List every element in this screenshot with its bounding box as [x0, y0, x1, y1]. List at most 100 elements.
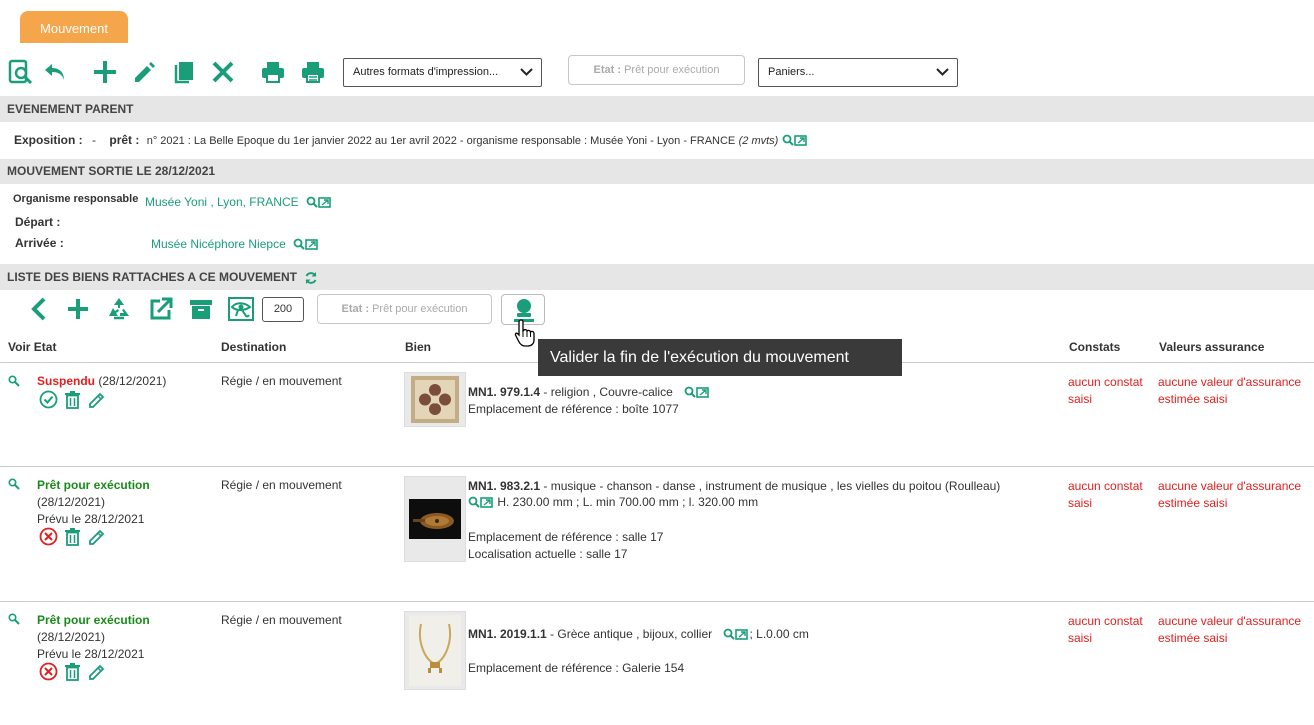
etat-value: Prêt pour exécution [624, 64, 720, 76]
chevron-down-icon [936, 68, 949, 76]
edit-row-icon[interactable] [87, 527, 107, 547]
etat-label: Etat : [341, 303, 370, 315]
valeur-assurance-value: aucune valeur d'assurance estimée saisi [1158, 614, 1302, 645]
arrivee-label: Arrivée : [15, 236, 64, 250]
refresh-icon[interactable] [304, 271, 318, 285]
section-title: EVENEMENT PARENT [7, 102, 134, 116]
header-valeurs-assurance: Valeurs assurance [1159, 340, 1265, 354]
section-liste-biens: LISTE DES BIENS RATTACHES A CE MOUVEMENT [0, 264, 1314, 290]
constat-value: aucun constat saisi [1068, 479, 1143, 510]
constat-value: aucun constat saisi [1068, 375, 1143, 406]
status-label: Prêt pour exécution [37, 613, 150, 627]
trash-icon[interactable] [64, 390, 81, 409]
back-chevron-icon[interactable] [28, 296, 56, 324]
table-row: Prêt pour exécution (28/12/2021) Prévu l… [0, 467, 1314, 601]
emplacement-reference: Emplacement de référence : boîte 1077 [468, 402, 679, 416]
archive-icon[interactable] [188, 296, 216, 324]
cancel-icon[interactable] [39, 662, 58, 681]
view-link-icon[interactable] [723, 628, 749, 642]
undo-icon[interactable] [42, 59, 70, 87]
section-title: LISTE DES BIENS RATTACHES A CE MOUVEMENT [7, 270, 298, 284]
object-title: MN1. 2019.1.1 - Grèce antique , bijoux, … [468, 627, 809, 642]
inventory-number: MN1. 979.1.4 [468, 385, 541, 399]
validate-check-icon[interactable] [39, 390, 58, 409]
depart-label: Départ : [15, 215, 61, 229]
tab-mouvement[interactable]: Mouvement [20, 11, 128, 43]
arrivee-link[interactable]: Musée Nicéphore Niepce [151, 237, 319, 252]
evenement-info: Exposition : - prêt : n° 2021 : La Belle… [14, 131, 808, 149]
paniers-select[interactable]: Paniers... [758, 58, 958, 87]
pret-value: n° 2021 : La Belle Epoque du 1er janvier… [146, 135, 736, 147]
header-bien: Bien [405, 340, 432, 354]
cancel-icon[interactable] [39, 527, 58, 546]
emplacement-reference: Emplacement de référence : salle 17 [468, 530, 664, 544]
header-destination: Destination [221, 340, 287, 354]
add-icon[interactable] [92, 59, 120, 87]
status-label: Prêt pour exécution [37, 478, 150, 492]
organisme-link[interactable]: Musée Yoni , Lyon, FRANCE [145, 195, 332, 210]
object-description: - musique - chanson - danse , instrument… [540, 479, 1001, 493]
etat-label: Etat : [593, 64, 622, 76]
destination-value: Régie / en mouvement [221, 374, 342, 388]
status-date: (28/12/2021) [98, 374, 167, 388]
table-row: Suspendu (28/12/2021) Régie / en mouveme… [0, 363, 1314, 466]
view-link-icon[interactable] [468, 496, 494, 510]
paniers-value: Paniers... [768, 66, 815, 78]
destination-value: Régie / en mouvement [221, 478, 342, 492]
liste-etat-field: Etat : Prêt pour exécution [317, 294, 492, 324]
delete-icon[interactable] [210, 59, 238, 87]
row-status: Suspendu (28/12/2021) [37, 374, 166, 388]
edit-row-icon[interactable] [87, 390, 107, 410]
object-dimensions-line: H. 230.00 mm ; L. min 700.00 mm ; l. 320… [468, 495, 758, 510]
eye-of-horus-icon[interactable] [228, 296, 256, 324]
view-link-icon[interactable] [306, 196, 332, 210]
preview-icon[interactable] [8, 59, 36, 87]
object-dimensions: H. 230.00 mm ; L. min 700.00 mm ; l. 320… [497, 495, 759, 509]
view-row-icon[interactable] [8, 613, 20, 625]
trash-icon[interactable] [64, 662, 81, 681]
view-row-icon[interactable] [8, 478, 20, 490]
trash-icon[interactable] [64, 527, 81, 546]
header-voir-etat: Voir Etat [8, 340, 57, 354]
view-link-icon[interactable] [684, 386, 710, 400]
prevu-date: Prévu le 28/12/2021 [37, 512, 145, 526]
header-constats: Constats [1069, 340, 1121, 354]
edit-icon[interactable] [132, 59, 160, 87]
print-format-value: Autres formats d'impression... [353, 66, 499, 78]
emplacement-reference: Emplacement de référence : Galerie 154 [468, 661, 685, 675]
view-link-icon[interactable] [293, 238, 319, 252]
organisme-value[interactable]: Musée Yoni , Lyon, FRANCE [145, 195, 299, 209]
object-thumbnail[interactable] [404, 372, 466, 427]
prevu-date: Prévu le 28/12/2021 [37, 647, 145, 661]
add-item-icon[interactable] [65, 296, 93, 324]
section-title: MOUVEMENT SORTIE LE 28/12/2021 [7, 164, 216, 178]
object-thumbnail[interactable] [404, 611, 466, 690]
object-title: MN1. 979.1.4 - religion , Couvre-calice [468, 385, 710, 400]
valeur-assurance-value: aucune valeur d'assurance estimée saisi [1158, 375, 1302, 406]
recycle-icon[interactable] [106, 296, 134, 324]
exposition-label: Exposition : [14, 133, 83, 147]
items-per-page-input[interactable]: 200 [262, 297, 304, 322]
pret-count: (2 mvts) [738, 135, 779, 147]
hand-cursor-icon [513, 318, 539, 348]
edit-row-icon[interactable] [87, 662, 107, 682]
copy-icon[interactable] [172, 59, 200, 87]
external-link-icon[interactable] [148, 296, 176, 324]
view-link-icon[interactable] [782, 134, 808, 148]
section-evenement-parent: EVENEMENT PARENT [0, 96, 1314, 122]
object-description: - religion , Couvre-calice [540, 385, 673, 399]
arrivee-value[interactable]: Musée Nicéphore Niepce [151, 237, 286, 251]
status-date: (28/12/2021) [37, 630, 106, 644]
destination-value: Régie / en mouvement [221, 613, 342, 627]
chevron-down-icon [520, 68, 533, 76]
exposition-value: - [92, 133, 97, 147]
tooltip: Valider la fin de l'exécution du mouveme… [538, 339, 902, 376]
object-thumbnail[interactable] [404, 476, 466, 562]
print-format-select[interactable]: Autres formats d'impression... [343, 58, 542, 87]
print-list-icon[interactable] [300, 59, 328, 87]
print-icon[interactable] [260, 59, 288, 87]
view-row-icon[interactable] [8, 375, 20, 387]
status-label: Suspendu [37, 374, 96, 388]
inventory-number: MN1. 983.2.1 [468, 479, 541, 493]
valeur-assurance-value: aucune valeur d'assurance estimée saisi [1158, 479, 1302, 510]
